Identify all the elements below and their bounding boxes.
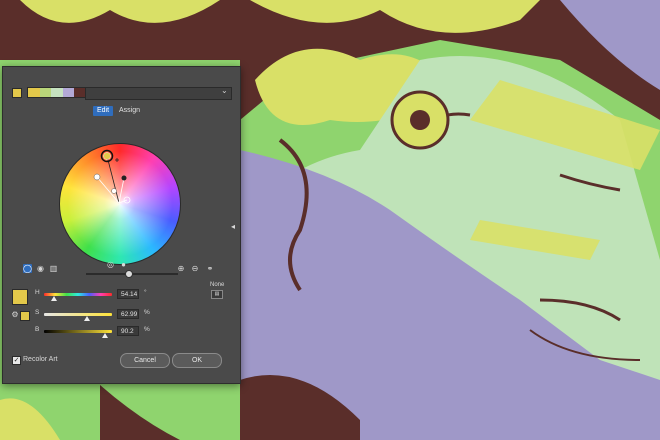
brightness-slider-thumb[interactable] — [125, 270, 133, 278]
collapse-arrow-icon[interactable]: ◂ — [231, 222, 235, 231]
brightness-label: B — [35, 326, 40, 333]
saturation-slider-thumb[interactable] — [83, 316, 90, 321]
none-label: None — [210, 282, 225, 288]
show-saturation-icon[interactable]: ◎ — [106, 260, 115, 269]
chevron-down-icon[interactable]: ⌄ — [221, 86, 228, 95]
tab-edit[interactable]: Edit — [93, 106, 113, 116]
harmony-markers[interactable] — [59, 143, 179, 263]
saturation-label: S — [35, 309, 40, 316]
remove-color-tool-icon[interactable]: ⊖ — [190, 264, 200, 273]
color-bars-icon[interactable]: ▥ — [49, 264, 58, 273]
brightness-value-slider-thumb[interactable] — [102, 333, 109, 338]
show-brightness-icon[interactable]: ● — [119, 260, 128, 269]
recolor-art-checkbox[interactable]: ✓ — [12, 356, 21, 365]
saturation-value-field[interactable]: 62.99 — [117, 309, 139, 319]
color-group-strip[interactable] — [27, 87, 87, 98]
add-color-tool-icon[interactable]: ⊕ — [176, 264, 186, 273]
recolor-art-label: Recolor Art — [23, 356, 58, 363]
hue-slider-thumb[interactable] — [51, 296, 58, 301]
brightness-unit: % — [144, 326, 150, 333]
saturation-unit: % — [144, 309, 150, 316]
smooth-wheel-icon[interactable]: ◯ — [23, 264, 32, 273]
ok-button[interactable]: OK — [172, 353, 222, 368]
swatch-secondary[interactable] — [20, 311, 30, 321]
color-mode-icon[interactable]: ⚙ — [11, 310, 19, 319]
swatch-library-icon[interactable]: ▤ — [211, 290, 223, 299]
color-group-dropdown[interactable] — [85, 87, 232, 100]
selected-color-swatch[interactable] — [12, 289, 28, 305]
hue-label: H — [35, 289, 40, 296]
link-harmony-icon[interactable]: ⚭ — [205, 264, 215, 273]
hue-value-field[interactable]: 54.14 — [117, 289, 139, 299]
tab-assign[interactable]: Assign — [119, 106, 140, 116]
brightness-value-field[interactable]: 90.2 — [117, 326, 139, 336]
hue-unit: ° — [144, 289, 147, 296]
current-color-swatch[interactable] — [12, 88, 22, 98]
segmented-wheel-icon[interactable]: ◉ — [36, 264, 45, 273]
cancel-button[interactable]: Cancel — [120, 353, 170, 368]
saturation-slider-track[interactable] — [44, 313, 112, 316]
